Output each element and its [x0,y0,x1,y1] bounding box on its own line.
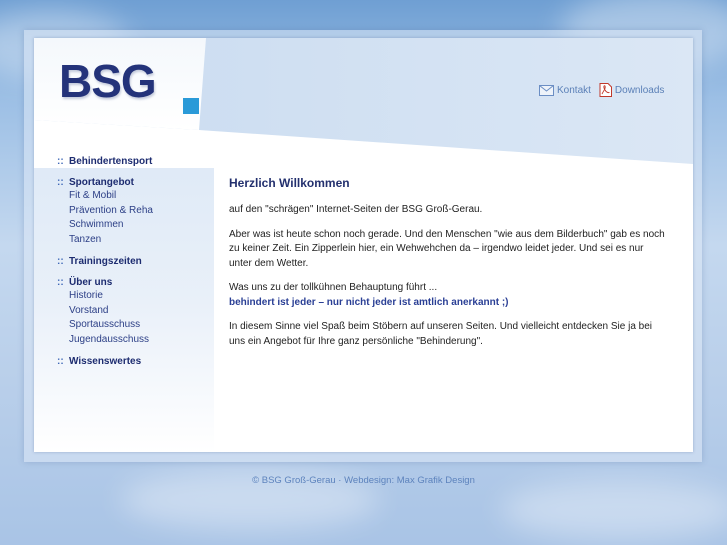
downloads-link[interactable]: Downloads [599,83,664,97]
envelope-icon [539,84,554,96]
bullet-icon: :: [57,156,64,167]
body-paragraph: Aber was ist heute schon noch gerade. Un… [229,228,665,269]
sidebar-subitem-historie[interactable]: Historie [69,289,153,304]
page-title: Herzlich Willkommen [229,176,350,190]
sidebar-item-label: Wissenswertes [69,356,142,367]
sidebar-item-behindertensport[interactable]: :: Behindertensport [57,155,153,168]
sidebar-group: :: Wissenswertes [57,355,153,368]
sidebar-subitem-fit-mobil[interactable]: Fit & Mobil [69,189,153,204]
main-content: Herzlich Willkommen auf den "schrägen" I… [229,176,669,359]
sidebar-item-ueber-uns[interactable]: :: Über uns [57,276,153,289]
sidebar-item-sportangebot[interactable]: :: Sportangebot [57,176,153,189]
bullet-icon: :: [57,256,64,267]
footer-separator: · [338,475,342,486]
claim-paragraph: Was uns zu der tollkühnen Behauptung füh… [229,281,669,310]
sidebar-subitem-tanzen[interactable]: Tanzen [69,233,153,248]
sidebar-subitem-praevention-reha[interactable]: Prävention & Reha [69,204,153,219]
sidebar-subitem-vorstand[interactable]: Vorstand [69,304,153,319]
sidebar-group: :: Sportangebot Fit & Mobil Prävention &… [57,176,153,247]
cloud [500,480,727,540]
sidebar-item-trainingszeiten[interactable]: :: Trainingszeiten [57,255,153,268]
top-navigation: Kontakt Downloads [539,83,672,97]
logo-text: BSG [59,55,157,107]
kontakt-link[interactable]: Kontakt [539,84,591,96]
intro-paragraph: auf den "schrägen" Internet-Seiten der B… [229,204,483,215]
bullet-icon: :: [57,356,64,367]
logo-square [183,98,199,114]
downloads-label: Downloads [614,84,665,96]
sidebar-item-label: Sportangebot [69,177,134,188]
sidebar-group: :: Behindertensport [57,155,153,168]
bullet-icon: :: [57,177,64,188]
sidebar-nav: :: Behindertensport :: Sportangebot Fit … [57,155,153,376]
claim-highlight: behindert ist jeder – nur nicht jeder is… [229,296,509,308]
claim-lead: Was uns zu der tollkühnen Behauptung füh… [229,282,438,293]
footer: © BSG Groß-Gerau · Webdesign: Max Grafik… [0,475,727,486]
footer-copyright: © BSG Groß-Gerau [252,475,336,486]
sidebar-group: :: Über uns Historie Vorstand Sportaussc… [57,276,153,347]
sidebar-item-label: Über uns [69,277,113,288]
sidebar-subitem-sportausschuss[interactable]: Sportausschuss [69,318,153,333]
closing-paragraph: In diesem Sinne viel Spaß beim Stöbern a… [229,321,653,347]
pdf-icon [599,83,612,97]
sidebar-item-label: Behindertensport [69,156,153,167]
bullet-icon: :: [57,277,64,288]
bsg-logo[interactable]: BSG [59,55,199,114]
footer-credit-link[interactable]: Webdesign: Max Grafik Design [344,475,475,486]
sidebar-item-wissenswertes[interactable]: :: Wissenswertes [57,355,153,368]
sidebar-item-label: Trainingszeiten [69,256,142,267]
sidebar-subitem-jugendausschuss[interactable]: Jugendausschuss [69,333,153,348]
kontakt-label: Kontakt [557,84,591,96]
sidebar-group: :: Trainingszeiten [57,255,153,268]
sidebar-subitem-schwimmen[interactable]: Schwimmen [69,218,153,233]
